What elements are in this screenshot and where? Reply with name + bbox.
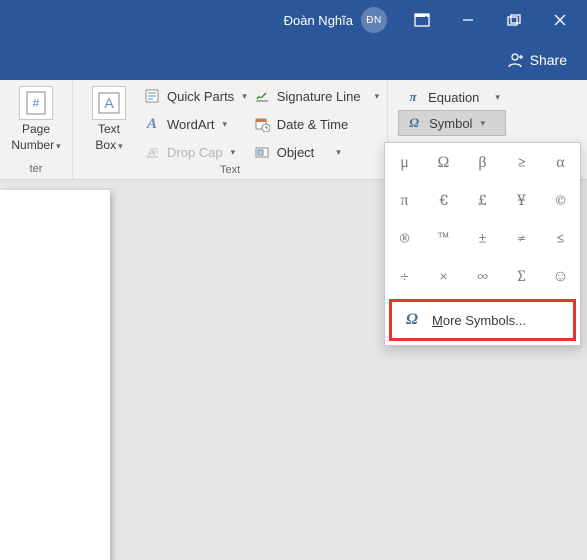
symbol-grid: μΩβ≥α π€£¥© ®™±≠≤ ÷×∞∑☺ bbox=[385, 143, 580, 295]
symbol-cell[interactable]: ☺ bbox=[541, 257, 580, 295]
group-text: A Text Box▾ Quick Parts ▾ A WordArt ▾ A bbox=[73, 80, 388, 179]
page-number-icon: # bbox=[19, 86, 53, 120]
symbol-cell[interactable]: × bbox=[424, 257, 463, 295]
chevron-down-icon: ▾ bbox=[375, 91, 380, 102]
object-label: Object bbox=[277, 145, 315, 160]
symbol-cell[interactable]: £ bbox=[463, 181, 502, 219]
more-symbols-button[interactable]: Ω More Symbols... bbox=[389, 299, 576, 341]
more-symbols-label: More Symbols... bbox=[432, 313, 526, 328]
symbol-cell[interactable]: π bbox=[385, 181, 424, 219]
date-time-icon bbox=[253, 115, 271, 133]
drop-cap-label: Drop Cap bbox=[167, 145, 223, 160]
symbol-cell[interactable]: β bbox=[463, 143, 502, 181]
signature-line-button[interactable]: Signature Line ▾ bbox=[253, 84, 379, 108]
symbol-cell[interactable]: ∞ bbox=[463, 257, 502, 295]
symbol-cell[interactable]: α bbox=[541, 143, 580, 181]
text-cmds-col2: Signature Line ▾ Date & Time Object ▾ bbox=[253, 84, 379, 164]
chevron-down-icon: ▾ bbox=[336, 147, 341, 158]
page-number-label-1: Page bbox=[22, 122, 50, 136]
sharebar: Share bbox=[0, 40, 587, 80]
svg-text:#: # bbox=[33, 96, 40, 110]
symbol-dropdown: μΩβ≥απ€£¥©®™±≠≤÷×∞∑☺ Ω More Symbols... bbox=[384, 142, 581, 346]
equation-label: Equation bbox=[428, 90, 479, 105]
symbol-cell[interactable]: Ω bbox=[424, 143, 463, 181]
document-page[interactable] bbox=[0, 190, 110, 560]
titlebar: Đoàn Nghĩa ĐN bbox=[0, 0, 587, 40]
symbol-cell[interactable]: ± bbox=[463, 219, 502, 257]
symbol-cell[interactable]: ∑ bbox=[502, 257, 541, 295]
symbol-cell[interactable]: © bbox=[541, 181, 580, 219]
titlebar-user: Đoàn Nghĩa ĐN bbox=[284, 7, 387, 33]
object-button[interactable]: Object ▾ bbox=[253, 140, 379, 164]
group-header-footer: # Page Number▾ ter bbox=[0, 80, 73, 179]
symbol-cell[interactable]: € bbox=[424, 181, 463, 219]
quick-parts-icon bbox=[143, 87, 161, 105]
avatar[interactable]: ĐN bbox=[361, 7, 387, 33]
text-cmds-col1: Quick Parts ▾ A WordArt ▾ A Drop Cap ▾ bbox=[143, 84, 247, 164]
wordart-label: WordArt bbox=[167, 117, 214, 132]
chevron-down-icon: ▾ bbox=[56, 141, 61, 151]
equation-button[interactable]: π Equation ▾ bbox=[398, 84, 506, 110]
equation-icon: π bbox=[404, 88, 422, 106]
minimize-button[interactable] bbox=[445, 0, 491, 40]
text-box-label-2: Box bbox=[95, 138, 116, 152]
signature-line-icon bbox=[253, 87, 271, 105]
symbol-label: Symbol bbox=[429, 116, 472, 131]
chevron-down-icon: ▾ bbox=[231, 147, 236, 158]
chevron-down-icon: ▾ bbox=[118, 141, 123, 151]
close-button[interactable] bbox=[537, 0, 583, 40]
chevron-down-icon: ▾ bbox=[222, 119, 227, 130]
ribbon-display-options-button[interactable] bbox=[399, 0, 445, 40]
symbol-cell[interactable]: ≠ bbox=[502, 219, 541, 257]
text-box-button[interactable]: A Text Box▾ bbox=[81, 84, 137, 164]
drop-cap-button[interactable]: A Drop Cap ▾ bbox=[143, 140, 247, 164]
maximize-button[interactable] bbox=[491, 0, 537, 40]
text-box-icon: A bbox=[92, 86, 126, 120]
chevron-down-icon: ▾ bbox=[242, 91, 247, 102]
chevron-down-icon: ▾ bbox=[495, 92, 500, 103]
date-time-label: Date & Time bbox=[277, 117, 349, 132]
quick-parts-label: Quick Parts bbox=[167, 89, 234, 104]
chevron-down-icon: ▾ bbox=[480, 118, 485, 129]
symbol-button[interactable]: Ω Symbol ▾ bbox=[398, 110, 506, 136]
date-time-button[interactable]: Date & Time bbox=[253, 112, 379, 136]
symbol-cell[interactable]: ® bbox=[385, 219, 424, 257]
drop-cap-icon: A bbox=[143, 143, 161, 161]
symbol-icon: Ω bbox=[405, 114, 423, 132]
page-number-button[interactable]: # Page Number▾ bbox=[8, 84, 64, 163]
text-box-label-1: Text bbox=[98, 122, 120, 136]
symbol-cell[interactable]: ÷ bbox=[385, 257, 424, 295]
group-label-text: Text bbox=[81, 164, 379, 178]
page-number-label-2: Number bbox=[11, 138, 54, 152]
symbol-cell[interactable]: ¥ bbox=[502, 181, 541, 219]
symbol-cell[interactable]: ≤ bbox=[541, 219, 580, 257]
titlebar-username: Đoàn Nghĩa bbox=[284, 13, 353, 28]
omega-icon: Ω bbox=[402, 310, 422, 330]
svg-text:A: A bbox=[104, 95, 114, 111]
wordart-button[interactable]: A WordArt ▾ bbox=[143, 112, 247, 136]
share-button[interactable]: Share bbox=[506, 51, 567, 69]
wordart-icon: A bbox=[143, 115, 161, 133]
share-icon bbox=[506, 51, 524, 69]
symbol-cell[interactable]: ≥ bbox=[502, 143, 541, 181]
symbol-cell[interactable]: μ bbox=[385, 143, 424, 181]
object-icon bbox=[253, 143, 271, 161]
quick-parts-button[interactable]: Quick Parts ▾ bbox=[143, 84, 247, 108]
group-label-hf: ter bbox=[8, 163, 64, 177]
symbol-cell[interactable]: ™ bbox=[424, 219, 463, 257]
share-label: Share bbox=[530, 52, 567, 68]
window-controls bbox=[399, 0, 583, 40]
signature-line-label: Signature Line bbox=[277, 89, 361, 104]
